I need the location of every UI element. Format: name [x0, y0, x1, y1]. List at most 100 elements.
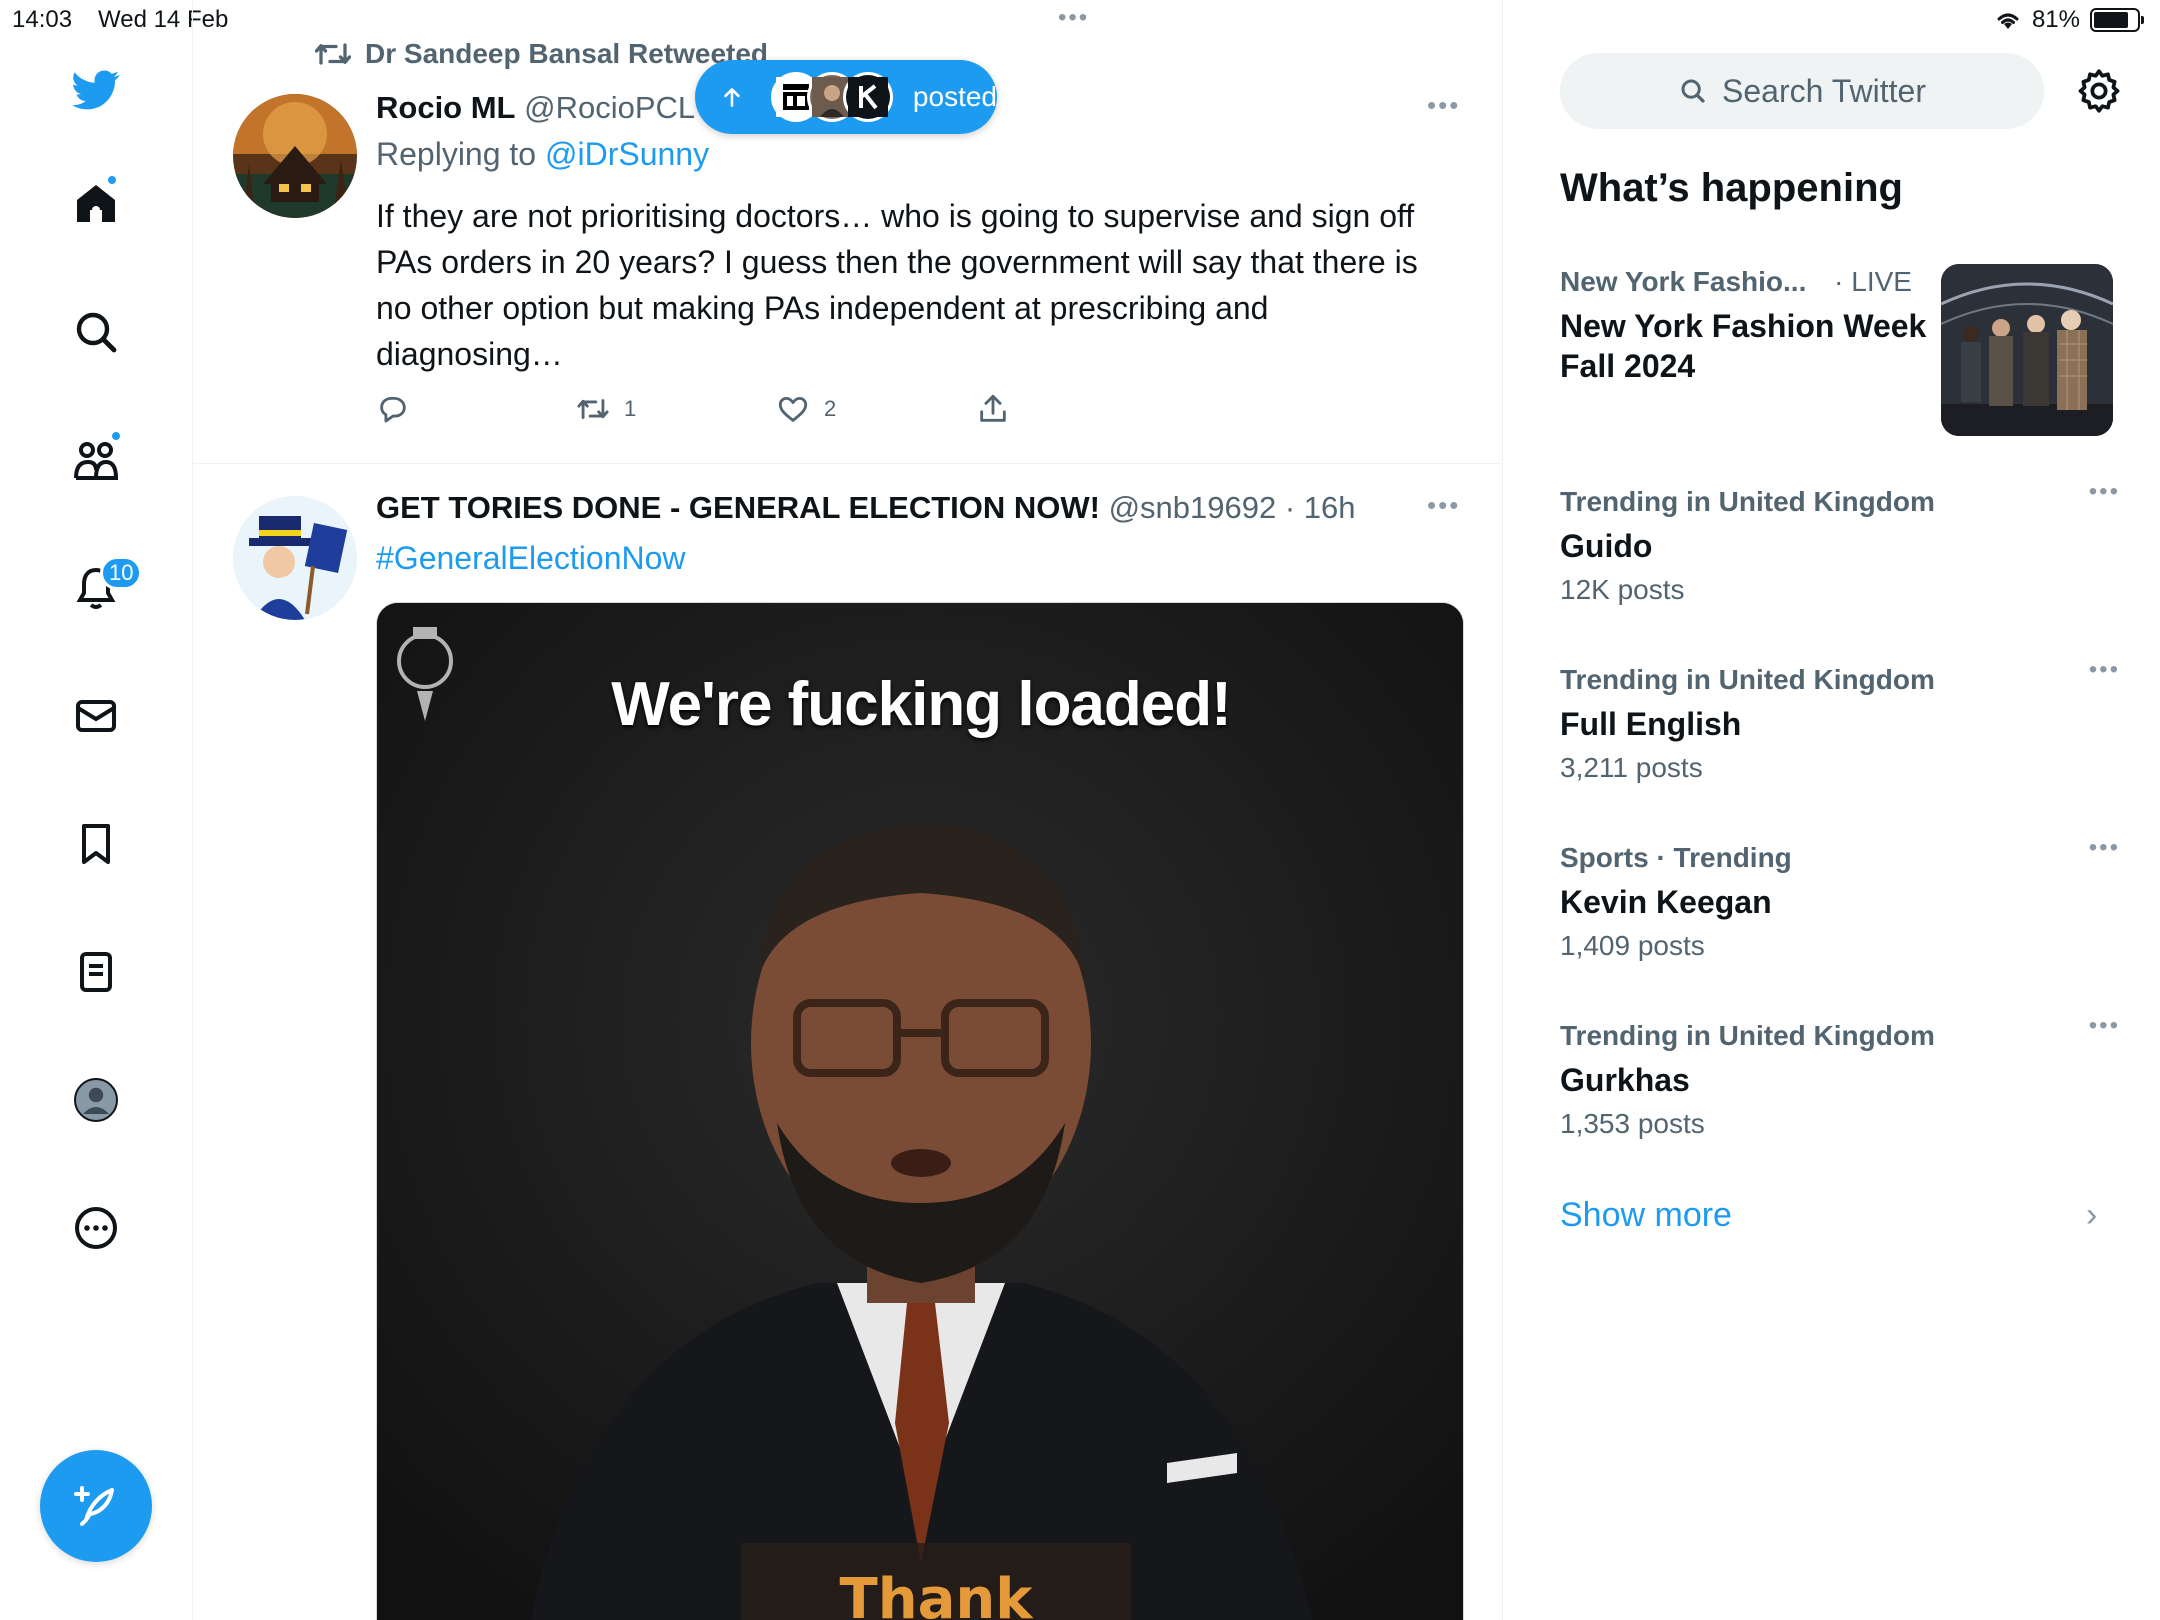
avatar-image [233, 94, 357, 218]
whats-happening-title: What’s happening [1560, 166, 1903, 210]
tweet-header: GET TORIES DONE - GENERAL ELECTION NOW! … [376, 490, 1356, 526]
share-button[interactable] [976, 392, 1010, 426]
retweet-action-icon [577, 399, 609, 419]
bird-icon [72, 70, 120, 110]
trend-more-icon[interactable]: ••• [2089, 656, 2120, 684]
pill-avatar-k [842, 72, 893, 122]
chevron-right-icon[interactable]: › [2086, 1196, 2097, 1235]
k-logo-icon [847, 77, 888, 117]
retweet-button[interactable]: 1 [576, 392, 636, 426]
hashtag-link[interactable]: #GeneralElectionNow [376, 540, 686, 577]
author-name[interactable]: Rocio ML [376, 90, 516, 125]
compose-tweet-button[interactable] [40, 1450, 152, 1562]
author-handle[interactable]: @RocioPCL [524, 90, 695, 125]
nav-messages[interactable] [66, 686, 126, 746]
show-more-link[interactable]: Show more [1560, 1196, 1732, 1235]
media-subtitle-text: Thank Fraud [741, 1543, 1131, 1620]
nav-more[interactable] [66, 1198, 126, 1258]
home-unread-dot [106, 174, 118, 186]
tweet-text: If they are not prioritising doctors… wh… [376, 198, 1418, 372]
avatar-image [233, 496, 357, 620]
featured-meta: New York Fashio... · LIVE [1560, 266, 1940, 298]
featured-trend-image[interactable] [1941, 264, 2113, 436]
reply-button[interactable] [376, 392, 410, 426]
heart-icon [778, 396, 808, 422]
replying-prefix: Replying to [376, 136, 537, 172]
new-posts-label: posted [912, 81, 997, 112]
tweet-more-icon[interactable]: ••• [1427, 490, 1460, 521]
search-icon [1681, 79, 1705, 103]
retweeted-by-label: Dr Sandeep Bansal Retweeted [365, 38, 769, 69]
trend-meta: Trending in United Kingdom [1560, 664, 1935, 695]
search-icon [76, 312, 117, 353]
author-name[interactable]: GET TORIES DONE - GENERAL ELECTION NOW! [376, 490, 1100, 525]
trend-name: Full English [1560, 706, 1742, 742]
settings-button[interactable] [2074, 66, 2124, 116]
communities-icon [74, 442, 119, 480]
trend-item[interactable]: ••• Trending in United Kingdom Full Engl… [1560, 656, 2120, 784]
trend-item[interactable]: ••• Trending in United Kingdom Gurkhas 1… [1560, 1012, 2120, 1140]
featured-trend[interactable]: New York Fashio... · LIVE New York Fashi… [1560, 266, 1940, 386]
envelope-icon [76, 700, 116, 732]
arrow-up-icon [724, 88, 740, 107]
nav-bookmarks[interactable] [66, 814, 126, 874]
fashion-runway-image [1941, 264, 2113, 436]
lists-icon [80, 952, 112, 992]
trend-meta: Sports · Trending [1560, 842, 1792, 873]
trend-meta: Trending in United Kingdom [1560, 1020, 1935, 1051]
tweet-more-icon[interactable]: ••• [1427, 90, 1460, 121]
reply-icon [380, 396, 406, 423]
right-sidebar: Search Twitter What’s happening New York… [1504, 0, 2160, 1620]
new-posts-avatars [770, 72, 893, 122]
more-circle-icon [75, 1207, 117, 1249]
trend-meta: Trending in United Kingdom [1560, 486, 1935, 517]
like-count: 2 [824, 396, 837, 421]
author-handle-time[interactable]: @snb19692 · 16h [1109, 490, 1356, 525]
like-button[interactable]: 2 [776, 392, 836, 426]
home-timeline: Dr Sandeep Bansal Retweeted Rocio ML @Ro… [193, 0, 1503, 1620]
trend-count: 1,409 posts [1560, 930, 1705, 961]
featured-category: New York Fashio... [1560, 266, 1807, 297]
search-input[interactable]: Search Twitter [1560, 53, 2044, 129]
featured-live-status: · LIVE [1834, 266, 1912, 297]
trend-name: Guido [1560, 528, 1653, 564]
trend-item[interactable]: ••• Sports · Trending Kevin Keegan 1,409… [1560, 834, 2120, 962]
replying-to: Replying to @iDrSunny [376, 136, 709, 173]
gear-icon [2078, 69, 2120, 113]
share-icon [980, 394, 1006, 422]
nav-profile[interactable] [66, 1070, 126, 1130]
compose-feather-icon [74, 1486, 114, 1526]
left-navigation: 10 [0, 0, 193, 1620]
media-caption-text: We're fucking loaded! [611, 670, 1232, 739]
trend-item[interactable]: ••• Trending in United Kingdom Guido 12K… [1560, 478, 2120, 606]
trend-more-icon[interactable]: ••• [2089, 478, 2120, 506]
featured-title: New York Fashion Week Fall 2024 [1560, 308, 1927, 384]
retweet-context: Dr Sandeep Bansal Retweeted [315, 38, 768, 70]
avatar[interactable] [233, 94, 357, 218]
retweet-count: 1 [624, 396, 637, 421]
nav-home[interactable] [66, 174, 126, 234]
trend-more-icon[interactable]: ••• [2089, 834, 2120, 862]
trend-name: Gurkhas [1560, 1062, 1690, 1098]
communities-unread-dot [110, 430, 122, 442]
nav-explore[interactable] [66, 302, 126, 362]
search-placeholder: Search Twitter [1722, 72, 1926, 109]
notifications-badge: 10 [100, 556, 143, 590]
profile-avatar-icon [74, 1078, 118, 1122]
trend-name: Kevin Keegan [1560, 884, 1772, 920]
tweet-media-video[interactable]: We're fucking loaded! Thank Fraud [376, 602, 1464, 1620]
trend-count: 3,211 posts [1560, 752, 1703, 783]
twitter-logo-icon[interactable] [66, 60, 126, 120]
replying-to-link[interactable]: @iDrSunny [545, 136, 709, 172]
tweet-header: Rocio ML @RocioPCL [376, 90, 695, 126]
trend-more-icon[interactable]: ••• [2089, 1012, 2120, 1040]
media-frame-image [377, 603, 1463, 1620]
new-posts-pill[interactable]: posted [695, 60, 997, 134]
trend-count: 1,353 posts [1560, 1108, 1705, 1139]
nav-lists[interactable] [66, 942, 126, 1002]
avatar[interactable] [233, 496, 357, 620]
home-icon [77, 185, 115, 222]
tweet-actions: 1 2 [376, 392, 1176, 432]
trend-count: 12K posts [1560, 574, 1685, 605]
nav-communities[interactable] [66, 430, 126, 490]
